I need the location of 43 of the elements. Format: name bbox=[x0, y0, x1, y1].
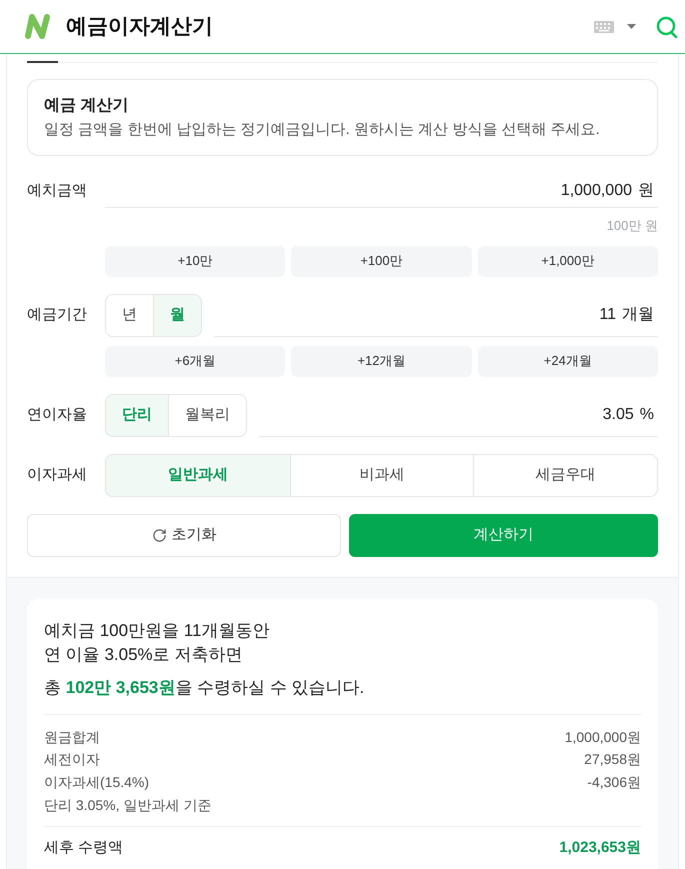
result-summary: 연 이율 3.05%로 저축하면 bbox=[44, 644, 244, 666]
field-label: 예치금액 bbox=[27, 181, 88, 202]
field-label: 예금기간 bbox=[27, 304, 88, 325]
refresh-icon bbox=[152, 528, 166, 542]
quick-add-button[interactable]: +12개월 bbox=[291, 346, 472, 376]
unit-label: % bbox=[640, 404, 654, 424]
tax-option[interactable]: 세금우대 bbox=[473, 454, 657, 496]
result-summary: 예치금 100만원을 11개월동안 bbox=[44, 620, 270, 642]
app-title: 예금이자계산기 bbox=[66, 14, 213, 40]
detail-label: 이자과세(15.4%) bbox=[44, 772, 150, 792]
caret-icon[interactable] bbox=[627, 24, 636, 29]
detail-label: 세전이자 bbox=[44, 750, 100, 770]
toggle-option[interactable]: 월복리 bbox=[168, 394, 246, 436]
field-value: 1,000,000 bbox=[560, 181, 632, 201]
detail-value: -4,306원 bbox=[587, 772, 641, 792]
calculation-basis: 단리 3.05%, 일반과세 기준 bbox=[44, 796, 212, 815]
field-label: 연이자율 bbox=[27, 404, 88, 425]
intro-title: 예금 계산기 bbox=[44, 96, 130, 116]
unit-label: 원 bbox=[638, 181, 654, 201]
field-label: 이자과세 bbox=[27, 464, 88, 485]
detail-value: 1,000,000원 bbox=[564, 728, 641, 746]
input-field[interactable]: 3.05 % bbox=[259, 394, 658, 436]
field-value: 11 bbox=[599, 304, 616, 324]
quick-add-button[interactable]: +1,000만 bbox=[478, 246, 658, 276]
field-value: 3.05 bbox=[602, 404, 634, 424]
quick-add-button[interactable]: +100만 bbox=[291, 246, 472, 276]
net-value: 1,023,653원 bbox=[559, 838, 641, 858]
quick-add-button[interactable]: +6개월 bbox=[105, 346, 286, 376]
input-field[interactable]: 11 개월 bbox=[214, 294, 658, 336]
search-icon[interactable] bbox=[656, 16, 678, 38]
reset-button[interactable]: 초기화 bbox=[27, 514, 341, 556]
detail-label: 원금합계 bbox=[44, 728, 100, 746]
detail-value: 27,958원 bbox=[584, 750, 641, 770]
logo-icon[interactable] bbox=[24, 13, 51, 40]
unit-label: 개월 bbox=[622, 304, 654, 324]
net-label: 세후 수령액 bbox=[44, 838, 124, 858]
quick-add-button[interactable]: +10만 bbox=[105, 246, 286, 276]
amount-hint: 100만 원 bbox=[606, 217, 658, 235]
result-total: 총 102만 3,653원을 수령하실 수 있습니다. bbox=[44, 676, 366, 698]
quick-add-button[interactable]: +24개월 bbox=[478, 346, 658, 376]
intro-description: 일정 금액을 한번에 납입하는 정기예금입니다. 원하시는 계산 방식을 선택해 주세요. bbox=[44, 120, 601, 140]
keyboard-icon[interactable] bbox=[594, 20, 614, 32]
input-field[interactable]: 1,000,000 원 bbox=[105, 175, 658, 208]
